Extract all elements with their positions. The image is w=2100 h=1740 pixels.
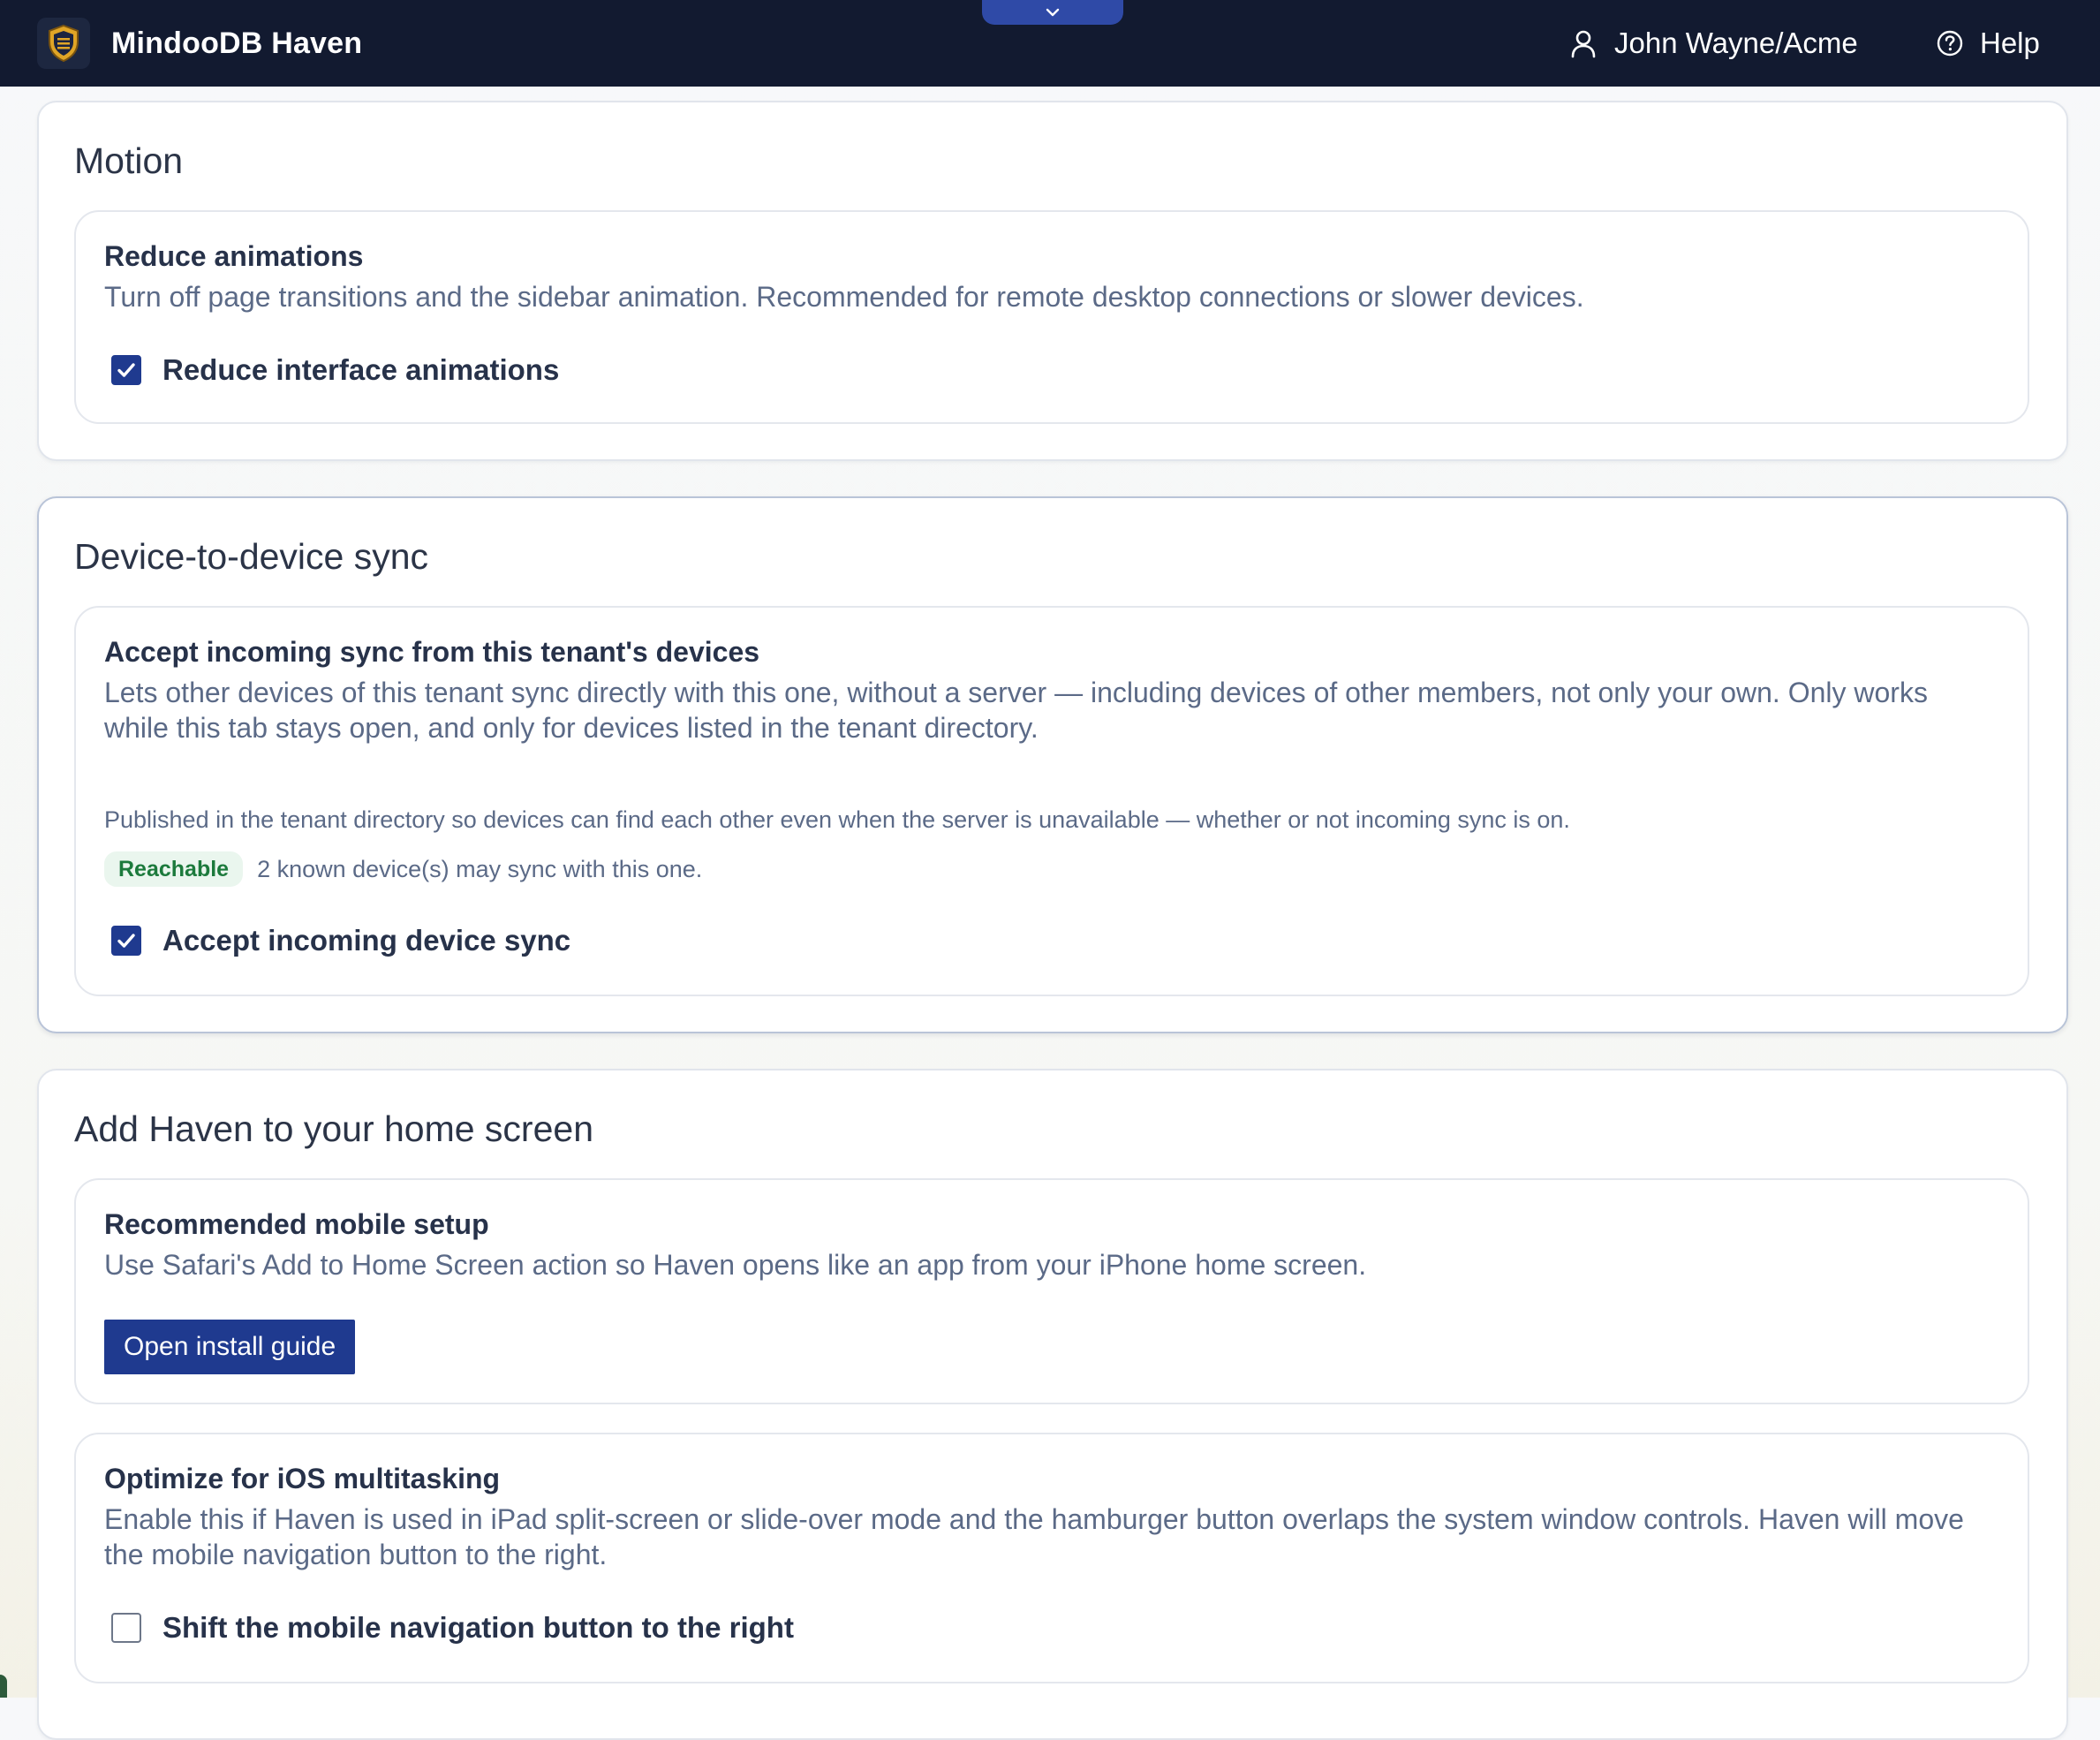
user-menu-button[interactable]: John Wayne/Acme [1568, 21, 1858, 65]
panel-description: Lets other devices of this tenant sync d… [104, 677, 1928, 744]
section-title: Add Haven to your home screen [74, 1108, 593, 1149]
app-logo[interactable] [37, 18, 90, 69]
reduce-animations-checkbox-row[interactable]: Reduce interface animations [111, 353, 559, 387]
shift-nav-button-checkbox[interactable] [111, 1613, 141, 1643]
status-text: 2 known device(s) may sync with this one… [257, 856, 703, 882]
chevron-down-icon [1046, 8, 1060, 17]
directory-note: Published in the tenant directory so dev… [104, 806, 1570, 833]
help-label: Help [1980, 26, 2040, 59]
motion-section: Motion Reduce animations Turn off page t… [37, 101, 2068, 461]
drawer-toggle-button[interactable] [982, 0, 1123, 25]
checkbox-label: Shift the mobile navigation button to th… [162, 1611, 794, 1644]
app-title[interactable]: MindooDB Haven [111, 23, 362, 64]
reduce-animations-panel: Reduce animations Turn off page transiti… [74, 210, 2029, 424]
reachability-status: Reachable 2 known device(s) may sync wit… [104, 851, 702, 887]
panel-heading: Accept incoming sync from this tenant's … [104, 636, 760, 668]
home-screen-section: Add Haven to your home screen Recommende… [37, 1069, 2068, 1740]
incoming-sync-checkbox[interactable] [111, 926, 141, 956]
incoming-sync-panel: Accept incoming sync from this tenant's … [74, 606, 2029, 996]
shield-crest-icon [49, 24, 79, 63]
user-name-label: John Wayne/Acme [1614, 26, 1858, 59]
checkbox-label: Accept incoming device sync [162, 924, 571, 957]
panel-heading: Optimize for iOS multitasking [104, 1463, 501, 1494]
mobile-setup-panel: Recommended mobile setup Use Safari's Ad… [74, 1178, 2029, 1404]
status-badge: Reachable [104, 851, 244, 887]
panel-description: Turn off page transitions and the sideba… [104, 281, 1584, 313]
section-title: Motion [74, 140, 184, 181]
panel-heading: Recommended mobile setup [104, 1208, 489, 1240]
panel-heading: Reduce animations [104, 240, 364, 272]
section-title: Device-to-device sync [74, 536, 429, 577]
help-button[interactable]: Help [1936, 21, 2040, 65]
reduce-animations-checkbox[interactable] [111, 355, 141, 385]
ios-multitasking-panel: Optimize for iOS multitasking Enable thi… [74, 1433, 2029, 1683]
top-navigation-bar: MindooDB Haven John Wayne/Acme Help [0, 0, 2100, 87]
help-circle-icon [1937, 30, 1963, 57]
checkmark-icon [117, 363, 135, 377]
incoming-sync-checkbox-row[interactable]: Accept incoming device sync [111, 924, 570, 957]
device-sync-section: Device-to-device sync Accept incoming sy… [37, 496, 2068, 1033]
user-icon [1571, 30, 1596, 58]
checkbox-label: Reduce interface animations [162, 353, 560, 386]
checkmark-icon [117, 934, 135, 948]
open-install-guide-button[interactable]: Open install guide [104, 1320, 356, 1374]
corner-accent [0, 1675, 7, 1698]
shift-nav-button-checkbox-row[interactable]: Shift the mobile navigation button to th… [111, 1611, 794, 1645]
panel-description: Use Safari's Add to Home Screen action s… [104, 1249, 1367, 1281]
panel-description: Enable this if Haven is used in iPad spl… [104, 1503, 1964, 1570]
